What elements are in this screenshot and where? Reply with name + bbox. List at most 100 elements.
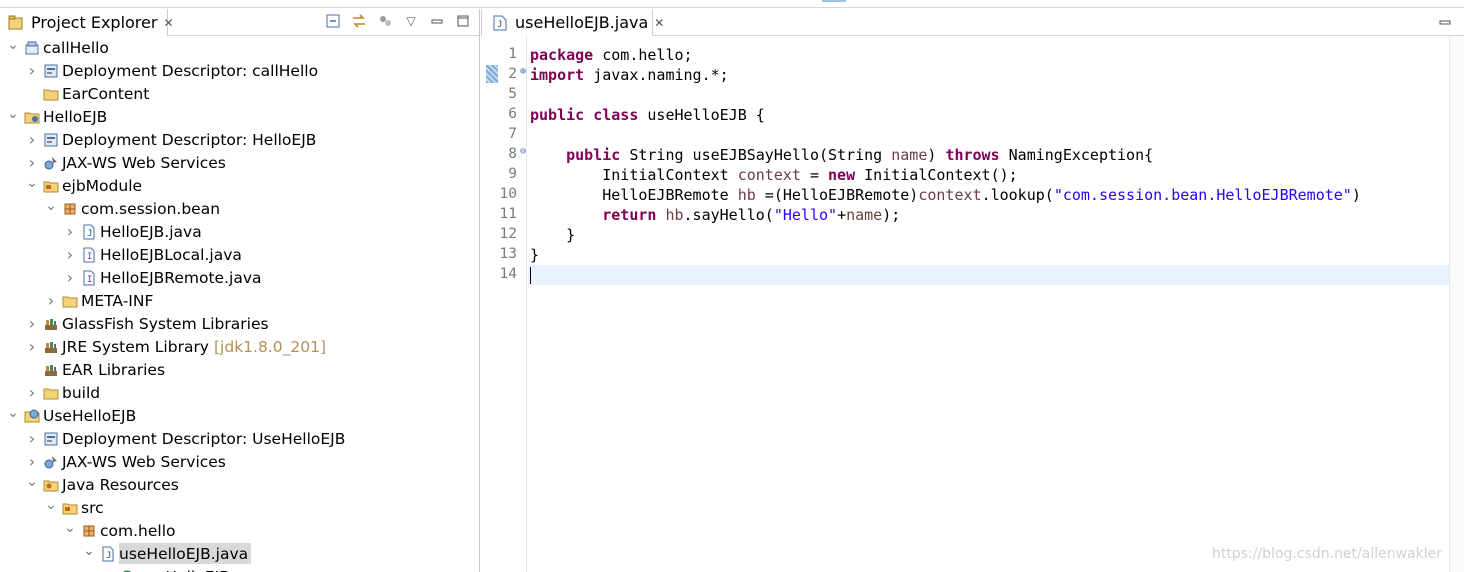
keyword-token: public: [530, 106, 585, 124]
tree-item[interactable]: CuseHelloEJB: [0, 565, 479, 572]
collapse-all-icon[interactable]: [324, 12, 342, 30]
keyword-token: public: [566, 146, 621, 164]
line-number-text: 9: [508, 166, 517, 182]
code-line[interactable]: public class useHelloEJB {: [528, 105, 1449, 125]
tree-item[interactable]: › JRE System Library [jdk1.8.0_201]: [0, 335, 479, 358]
chevron-right-icon[interactable]: ›: [44, 291, 58, 310]
tree-item-label-wrap: GlassFish System Libraries: [62, 313, 272, 334]
folder-icon: [61, 292, 78, 309]
package-icon: [61, 200, 78, 217]
expand-fold-icon[interactable]: ⊕: [520, 66, 526, 77]
tree-item[interactable]: ⌄ com.hello: [0, 519, 479, 542]
tree-item[interactable]: ⌄ ejbModule: [0, 174, 479, 197]
close-icon[interactable]: ✕: [654, 16, 664, 30]
editor-tab-bar: J useHelloEJB.java ✕: [481, 9, 1464, 36]
chevron-down-icon[interactable]: ⌄: [82, 543, 96, 559]
chevron-down-icon[interactable]: ⌄: [25, 474, 39, 490]
filters-icon[interactable]: [376, 12, 394, 30]
chevron-right-icon[interactable]: ›: [25, 130, 39, 149]
tree-item[interactable]: › I HelloEJBLocal.java: [0, 243, 479, 266]
tree-item[interactable]: › Deployment Descriptor: HelloEJB: [0, 128, 479, 151]
chevron-down-icon[interactable]: ⌄: [6, 106, 20, 122]
code-line[interactable]: return hb.sayHello("Hello"+name);: [528, 205, 1449, 225]
chevron-down-icon[interactable]: ⌄: [6, 37, 20, 53]
tab-project-explorer[interactable]: Project Explorer ✕: [0, 9, 174, 36]
code-line[interactable]: HelloEJBRemote hb =(HelloEJBRemote)conte…: [528, 185, 1449, 205]
tree-item[interactable]: › Deployment Descriptor: callHello: [0, 59, 479, 82]
tree-item[interactable]: › JAX-WS Web Services: [0, 151, 479, 174]
tree-item[interactable]: › J HelloEJB.java: [0, 220, 479, 243]
tree-item-label: Java Resources: [62, 475, 179, 494]
chevron-right-icon[interactable]: ›: [25, 153, 39, 172]
code-line[interactable]: }: [528, 245, 1449, 265]
chevron-down-icon[interactable]: ⌄: [44, 198, 58, 214]
tree-item[interactable]: EAR Libraries: [0, 358, 479, 381]
code-text-area[interactable]: package com.hello; import javax.naming.*;…: [528, 36, 1449, 572]
collapse-fold-icon[interactable]: ⊖: [520, 146, 526, 157]
code-token: =: [800, 166, 829, 184]
tree-item-label-wrap: HelloEJBLocal.java: [100, 244, 245, 265]
tree-item-label: META-INF: [81, 291, 154, 310]
chevron-down-icon[interactable]: ⌄: [6, 405, 20, 421]
chevron-right-icon[interactable]: ›: [63, 245, 77, 264]
java-interface-file-icon: I: [80, 269, 97, 286]
chevron-right-icon[interactable]: ›: [63, 222, 77, 241]
tree-item-label: HelloEJB: [43, 107, 108, 126]
tree-item[interactable]: › Deployment Descriptor: UseHelloEJB: [0, 427, 479, 450]
code-line[interactable]: package com.hello;: [528, 45, 1449, 65]
tree-item[interactable]: › GlassFish System Libraries: [0, 312, 479, 335]
tree-item[interactable]: ⌄ JuseHelloEJB.java: [0, 542, 479, 565]
tree-item[interactable]: ⌄ Java Resources: [0, 473, 479, 496]
tree-item[interactable]: ⌄ src: [0, 496, 479, 519]
tab-usehelloejb-java[interactable]: J useHelloEJB.java ✕: [481, 9, 664, 36]
code-line[interactable]: }: [528, 225, 1449, 245]
tree-item[interactable]: › META-INF: [0, 289, 479, 312]
line-number: 8 ⊖: [481, 145, 527, 165]
chevron-right-icon[interactable]: ›: [25, 337, 39, 356]
tree-item[interactable]: ⌄ com.session.bean: [0, 197, 479, 220]
link-with-editor-icon[interactable]: [350, 12, 368, 30]
chevron-right-icon[interactable]: ›: [25, 429, 39, 448]
chevron-right-icon[interactable]: ›: [25, 452, 39, 471]
chevron-right-icon[interactable]: ›: [25, 61, 39, 80]
chevron-down-icon[interactable]: ⌄: [25, 175, 39, 191]
close-icon[interactable]: ✕: [163, 16, 173, 30]
library-icon: [42, 315, 59, 332]
code-line[interactable]: public String useEJBSayHello(String name…: [528, 145, 1449, 165]
svg-text:J: J: [497, 20, 502, 30]
explorer-tab-title: Project Explorer: [31, 13, 158, 32]
maximize-icon[interactable]: [454, 12, 472, 30]
tree-item[interactable]: ⌄ HelloEJB: [0, 105, 479, 128]
code-token: useHelloEJB {: [638, 106, 765, 124]
tree-item[interactable]: › I HelloEJBRemote.java: [0, 266, 479, 289]
explorer-tab-bar: Project Explorer ✕ ▽: [0, 9, 479, 36]
minimize-icon[interactable]: [428, 12, 446, 30]
chevron-down-icon[interactable]: ⌄: [63, 520, 77, 536]
tree-item[interactable]: › build: [0, 381, 479, 404]
code-line[interactable]: InitialContext context = new InitialCont…: [528, 165, 1449, 185]
string-token: "Hello": [773, 206, 838, 224]
code-line[interactable]: [528, 125, 1449, 145]
chevron-right-icon[interactable]: ›: [25, 314, 39, 333]
chevron-right-icon[interactable]: ›: [63, 268, 77, 287]
chevron-right-icon[interactable]: ›: [25, 383, 39, 402]
minimize-icon[interactable]: [1436, 14, 1454, 32]
code-line[interactable]: import javax.naming.*;: [528, 65, 1449, 85]
code-token: +: [837, 206, 847, 224]
tree-item[interactable]: ⌄ callHello: [0, 36, 479, 59]
view-menu-chevron-down-icon[interactable]: ▽: [402, 12, 420, 30]
vertical-scrollbar[interactable]: [1449, 36, 1464, 572]
code-line[interactable]: [528, 265, 1449, 285]
tree-item-label: JAX-WS Web Services: [62, 153, 226, 172]
tree-item[interactable]: EarContent: [0, 82, 479, 105]
line-number: 9: [481, 165, 527, 185]
chevron-down-icon[interactable]: ⌄: [44, 497, 58, 513]
library-icon: [42, 338, 59, 355]
tree-item-label-wrap: EarContent: [62, 83, 152, 104]
tree-item[interactable]: › JAX-WS Web Services: [0, 450, 479, 473]
code-token: }: [530, 246, 540, 264]
tree-item[interactable]: ⌄ UseHelloEJB: [0, 404, 479, 427]
code-line[interactable]: [528, 85, 1449, 105]
